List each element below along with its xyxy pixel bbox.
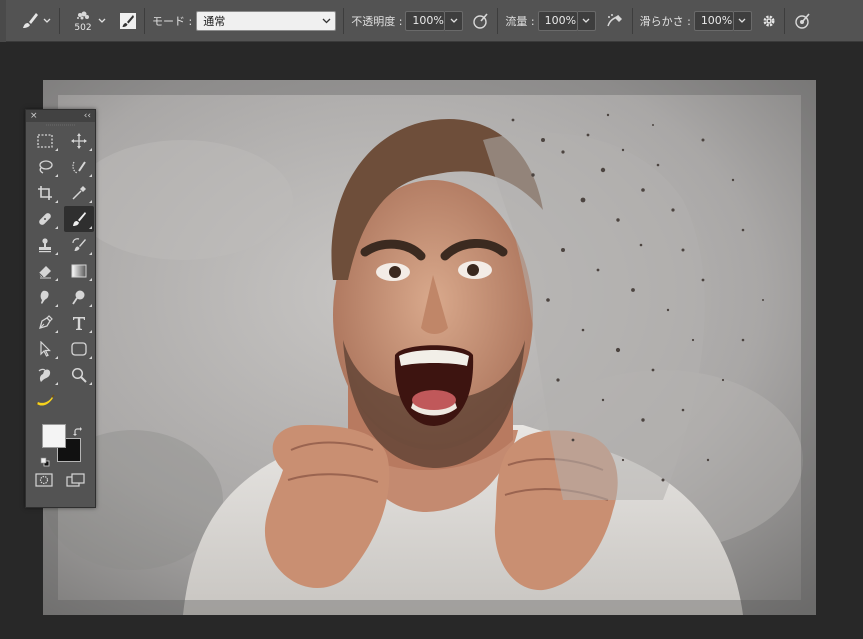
brush-tool[interactable]: [64, 206, 94, 232]
smudge-icon: [40, 290, 49, 304]
close-panel-button[interactable]: ×: [30, 111, 38, 121]
mode-select[interactable]: 通常: [196, 10, 337, 31]
separator: [144, 7, 145, 34]
3d-rotate-icon: [38, 368, 51, 382]
screen-mode-icon[interactable]: [66, 472, 86, 491]
photo-angry-man-dispersion: [43, 80, 816, 615]
smoothing-field[interactable]: 100%: [693, 10, 734, 31]
move-tool[interactable]: [64, 128, 94, 154]
eyedropper-icon: [72, 186, 86, 200]
color-swatches: [26, 418, 95, 468]
gradient-icon: [71, 264, 87, 278]
crop-icon: [38, 186, 52, 200]
pressure-size-icon[interactable]: [794, 12, 812, 30]
options-bar: 502 モード : 通常 不透明度 : 100% 流量 : 100% 滑らかさ …: [0, 0, 863, 42]
brush-preset-dropdown-icon[interactable]: [42, 16, 52, 26]
3d-rotate-tool[interactable]: [30, 362, 60, 388]
rectangular-marquee-tool[interactable]: [30, 128, 60, 154]
type-icon: [73, 317, 85, 330]
pen-tool[interactable]: [30, 310, 60, 336]
gear-icon[interactable]: [761, 13, 777, 29]
chevron-down-icon: [738, 18, 746, 23]
lasso-icon: [39, 160, 53, 174]
brush-preset-icon[interactable]: [20, 11, 40, 31]
lasso-tool[interactable]: [30, 154, 60, 180]
mode-label: モード :: [152, 14, 193, 28]
brush-settings-panel-icon[interactable]: [119, 12, 137, 30]
tools-panel-header[interactable]: × ‹‹: [26, 110, 95, 122]
rounded-rectangle-icon: [71, 342, 87, 356]
brush-size-picker[interactable]: 502: [67, 3, 99, 39]
marquee-icon: [37, 134, 53, 148]
path-selection-icon: [40, 341, 51, 357]
quick-mask-icon[interactable]: [35, 472, 53, 491]
banana-tool[interactable]: [30, 388, 60, 414]
airbrush-icon[interactable]: [605, 12, 625, 30]
crop-tool[interactable]: [30, 180, 60, 206]
clone-stamp-tool[interactable]: [30, 232, 60, 258]
separator: [783, 7, 785, 34]
brush-size-value: 502: [74, 22, 92, 33]
bandage-icon: [39, 213, 51, 225]
mode-value: 通常: [203, 14, 226, 28]
tools-panel: × ‹‹: [25, 109, 96, 508]
document-canvas[interactable]: [43, 80, 816, 615]
quick-selection-icon: [72, 161, 86, 174]
options-bar-grip[interactable]: [0, 0, 6, 42]
zoom-tool[interactable]: [64, 362, 94, 388]
dodge-tool[interactable]: [64, 284, 94, 310]
smoothing-label: 滑らかさ :: [639, 14, 691, 28]
rectangle-tool[interactable]: [64, 336, 94, 362]
eraser-tool[interactable]: [30, 258, 60, 284]
separator: [343, 7, 345, 34]
opacity-slider-button[interactable]: [445, 10, 464, 31]
separator: [631, 7, 633, 34]
eyedropper-tool[interactable]: [64, 180, 94, 206]
empty-tool-slot: [64, 388, 94, 414]
opacity-field[interactable]: 100%: [405, 10, 446, 31]
pressure-opacity-icon[interactable]: [472, 12, 490, 30]
history-brush-icon: [72, 238, 86, 251]
separator: [59, 7, 60, 34]
eraser-icon: [38, 266, 51, 279]
type-tool[interactable]: [64, 310, 94, 336]
flow-label: 流量 :: [505, 14, 535, 28]
opacity-label: 不透明度 :: [351, 14, 403, 28]
brush-icon: [73, 212, 86, 226]
pen-icon: [39, 315, 53, 329]
mode-buttons-row: [26, 468, 95, 491]
chevron-down-icon: [322, 18, 331, 23]
separator: [497, 7, 499, 34]
flow-slider-button[interactable]: [577, 10, 596, 31]
foreground-color-swatch[interactable]: [42, 424, 66, 448]
smudge-tool[interactable]: [30, 284, 60, 310]
collapse-panel-button[interactable]: ‹‹: [84, 111, 91, 121]
path-selection-tool[interactable]: [30, 336, 60, 362]
quick-selection-tool[interactable]: [64, 154, 94, 180]
stamp-icon: [39, 238, 51, 253]
zoom-icon: [71, 367, 87, 383]
banana-icon: [35, 394, 55, 406]
gradient-tool[interactable]: [64, 258, 94, 284]
healing-brush-tool[interactable]: [30, 206, 60, 232]
default-colors-icon[interactable]: [40, 452, 50, 471]
chevron-down-icon: [450, 18, 458, 23]
flow-field[interactable]: 100%: [537, 10, 578, 31]
smoothing-slider-button[interactable]: [733, 10, 752, 31]
move-icon: [71, 133, 87, 149]
chevron-down-icon: [582, 18, 590, 23]
history-brush-tool[interactable]: [64, 232, 94, 258]
brush-tip-icon: [77, 11, 89, 19]
dodge-icon: [72, 290, 85, 305]
